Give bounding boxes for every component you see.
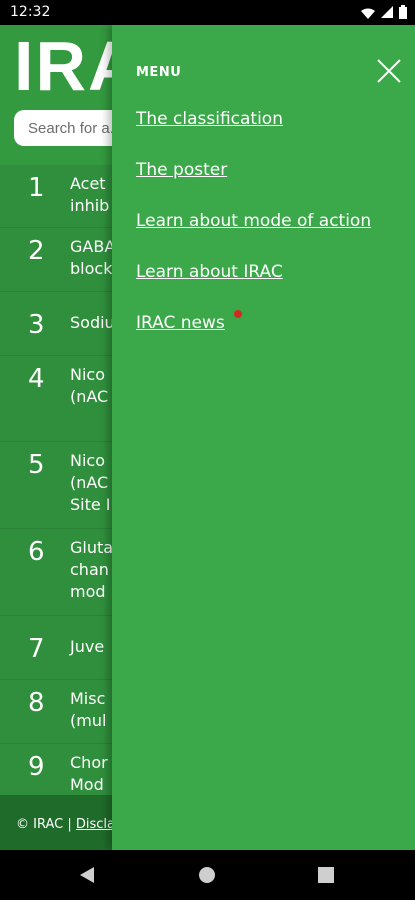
menu-item-classification[interactable]: The classification bbox=[136, 109, 283, 129]
menu-title: MENU bbox=[136, 65, 182, 80]
menu-item-mode-of-action[interactable]: Learn about mode of action bbox=[136, 211, 371, 231]
wifi-icon bbox=[361, 7, 375, 19]
group-number: 9 bbox=[28, 752, 45, 782]
group-number: 2 bbox=[28, 236, 45, 266]
disclaimer-link[interactable]: Discla bbox=[76, 817, 115, 832]
group-number: 1 bbox=[28, 173, 45, 203]
group-label: Misc (mul bbox=[70, 689, 107, 730]
menu-item-poster[interactable]: The poster bbox=[136, 160, 227, 180]
nav-drawer: MENU The classification The poster Learn… bbox=[112, 25, 415, 850]
group-number: 5 bbox=[28, 450, 45, 480]
group-label: Sodiu bbox=[70, 313, 115, 332]
back-button[interactable] bbox=[78, 865, 96, 889]
close-menu-button[interactable] bbox=[374, 56, 404, 86]
status-time: 12:32 bbox=[10, 4, 51, 20]
group-number: 3 bbox=[28, 310, 45, 340]
group-number: 8 bbox=[28, 688, 45, 718]
home-button[interactable] bbox=[198, 866, 216, 888]
group-label: Chor Mod bbox=[70, 753, 108, 794]
footer-text: © IRAC | Discla bbox=[16, 817, 115, 832]
home-icon bbox=[199, 867, 215, 883]
close-icon bbox=[377, 59, 401, 83]
group-number: 7 bbox=[28, 634, 45, 664]
copyright-text: © IRAC bbox=[16, 817, 64, 832]
group-number: 4 bbox=[28, 364, 45, 394]
back-icon bbox=[80, 867, 94, 883]
news-badge-dot bbox=[234, 310, 242, 318]
system-nav-bar bbox=[0, 850, 415, 900]
recents-button[interactable] bbox=[318, 867, 334, 887]
group-label: Gluta chan mod bbox=[70, 538, 114, 601]
signal-icon bbox=[381, 6, 393, 18]
status-icons bbox=[361, 5, 407, 19]
group-label: Acet inhib bbox=[70, 174, 110, 215]
menu-item-about-irac[interactable]: Learn about IRAC bbox=[136, 262, 283, 282]
status-bar: 12:32 bbox=[0, 0, 415, 25]
footer-separator: | bbox=[67, 817, 72, 832]
group-label: GABA block bbox=[70, 237, 116, 278]
group-label: Juve bbox=[70, 637, 105, 656]
group-label: Nico (nAC Site I bbox=[70, 451, 111, 514]
menu-item-irac-news[interactable]: IRAC news bbox=[136, 313, 225, 333]
battery-icon bbox=[399, 5, 407, 19]
recents-icon bbox=[318, 867, 334, 883]
group-number: 6 bbox=[28, 537, 45, 567]
group-label: Nico (nAC bbox=[70, 365, 109, 406]
